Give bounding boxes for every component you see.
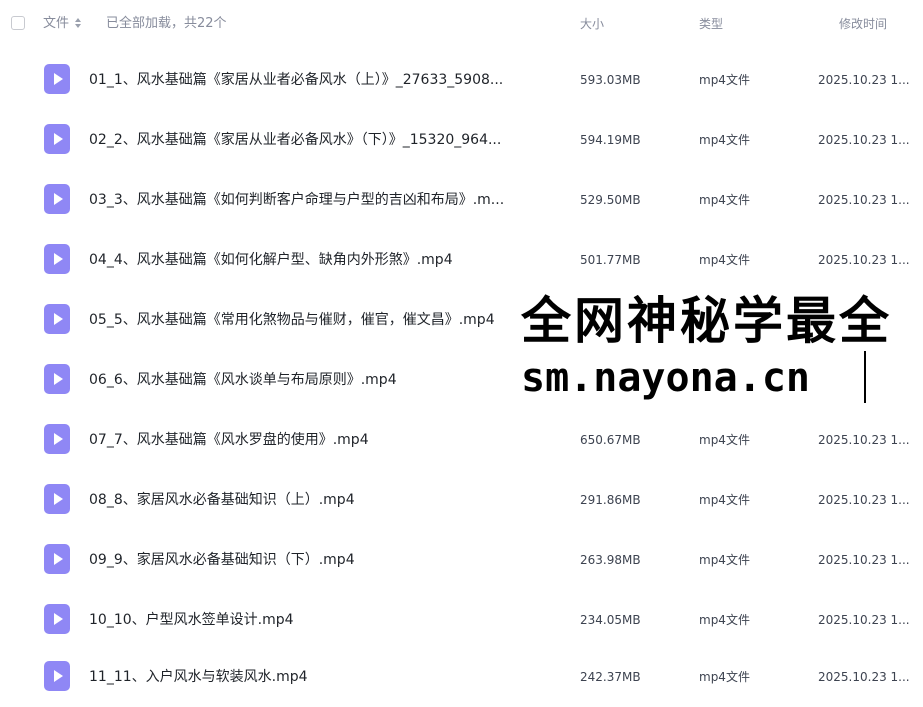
loaded-count-text: 已全部加载，共22个 [106,16,227,31]
file-name[interactable]: 08_8、家居风水必备基础知识（上）.mp4 [89,491,355,509]
file-type: mp4文件 [699,253,750,267]
file-row[interactable]: 09_9、家居风水必备基础知识（下）.mp4 263.98MB mp4文件 20… [0,530,923,590]
file-row[interactable]: 03_3、风水基础篇《如何判断客户命理与户型的吉凶和布局》.m... 529.5… [0,170,923,230]
watermark-overlay: 全网神秘学最全 sm.nayona.cn [519,291,923,405]
file-size: 234.05MB [580,613,641,627]
file-type: mp4文件 [699,553,750,567]
file-name[interactable]: 03_3、风水基础篇《如何判断客户命理与户型的吉凶和布局》.m... [89,191,504,209]
sort-icon[interactable] [75,17,81,29]
file-size: 263.98MB [580,553,641,567]
video-file-icon [44,661,70,691]
file-modified-time: 2025.10.23 1... [818,73,910,87]
file-type: mp4文件 [699,433,750,447]
file-name[interactable]: 11_11、入户风水与软装风水.mp4 [89,668,308,686]
file-size: 529.50MB [580,193,641,207]
column-header-size[interactable]: 大小 [580,16,604,32]
video-file-icon [44,184,70,214]
file-size: 501.77MB [580,253,641,267]
file-name[interactable]: 10_10、户型风水签单设计.mp4 [89,611,294,629]
file-name[interactable]: 04_4、风水基础篇《如何化解户型、缺角内外形煞》.mp4 [89,251,453,269]
file-type: mp4文件 [699,493,750,507]
watermark-title: 全网神秘学最全 [521,292,892,350]
file-type: mp4文件 [699,193,750,207]
video-file-icon [44,604,70,634]
file-modified-time: 2025.10.23 1... [818,253,910,267]
file-modified-time: 2025.10.23 1... [818,553,910,567]
video-file-icon [44,304,70,334]
select-all-checkbox[interactable] [11,16,25,30]
file-size: 594.19MB [580,133,641,147]
file-row[interactable]: 04_4、风水基础篇《如何化解户型、缺角内外形煞》.mp4 501.77MB m… [0,230,923,290]
file-size: 291.86MB [580,493,641,507]
column-header-file[interactable]: 文件 [43,16,69,32]
file-type: mp4文件 [699,670,750,684]
file-name[interactable]: 02_2、风水基础篇《家居从业者必备风水》（下）》_15320_964... [89,131,501,149]
file-modified-time: 2025.10.23 1... [818,613,910,627]
file-list-header: 文件 已全部加载，共22个 大小 类型 修改时间 [0,0,923,48]
file-row[interactable]: 02_2、风水基础篇《家居从业者必备风水》（下）》_15320_964... 5… [0,110,923,170]
file-row[interactable]: 07_7、风水基础篇《风水罗盘的使用》.mp4 650.67MB mp4文件 2… [0,410,923,470]
file-name[interactable]: 05_5、风水基础篇《常用化煞物品与催财，催官，催文昌》.mp4 [89,311,495,329]
file-type: mp4文件 [699,133,750,147]
file-row[interactable]: 11_11、入户风水与软装风水.mp4 242.37MB mp4文件 2025.… [0,647,923,707]
file-size: 650.67MB [580,433,641,447]
file-modified-time: 2025.10.23 1... [818,493,910,507]
column-header-modified[interactable]: 修改时间 [839,16,887,32]
video-file-icon [44,484,70,514]
video-file-icon [44,244,70,274]
file-name[interactable]: 06_6、风水基础篇《风水谈单与布局原则》.mp4 [89,371,397,389]
column-header-type[interactable]: 类型 [699,16,723,32]
file-modified-time: 2025.10.23 1... [818,193,910,207]
file-modified-time: 2025.10.23 1... [818,433,910,447]
watermark-url: sm.nayona.cn [521,355,810,401]
video-file-icon [44,124,70,154]
text-cursor [864,351,866,403]
file-name[interactable]: 01_1、风水基础篇《家居从业者必备风水（上）》_27633_5908... [89,71,503,89]
file-size: 593.03MB [580,73,641,87]
file-type: mp4文件 [699,73,750,87]
file-modified-time: 2025.10.23 1... [818,670,910,684]
video-file-icon [44,544,70,574]
file-row[interactable]: 10_10、户型风水签单设计.mp4 234.05MB mp4文件 2025.1… [0,590,923,650]
file-type: mp4文件 [699,613,750,627]
file-name[interactable]: 07_7、风水基础篇《风水罗盘的使用》.mp4 [89,431,369,449]
file-row[interactable]: 01_1、风水基础篇《家居从业者必备风水（上）》_27633_5908... 5… [0,50,923,110]
video-file-icon [44,424,70,454]
video-file-icon [44,64,70,94]
file-name[interactable]: 09_9、家居风水必备基础知识（下）.mp4 [89,551,355,569]
file-modified-time: 2025.10.23 1... [818,133,910,147]
file-size: 242.37MB [580,670,641,684]
file-row[interactable]: 08_8、家居风水必备基础知识（上）.mp4 291.86MB mp4文件 20… [0,470,923,530]
video-file-icon [44,364,70,394]
